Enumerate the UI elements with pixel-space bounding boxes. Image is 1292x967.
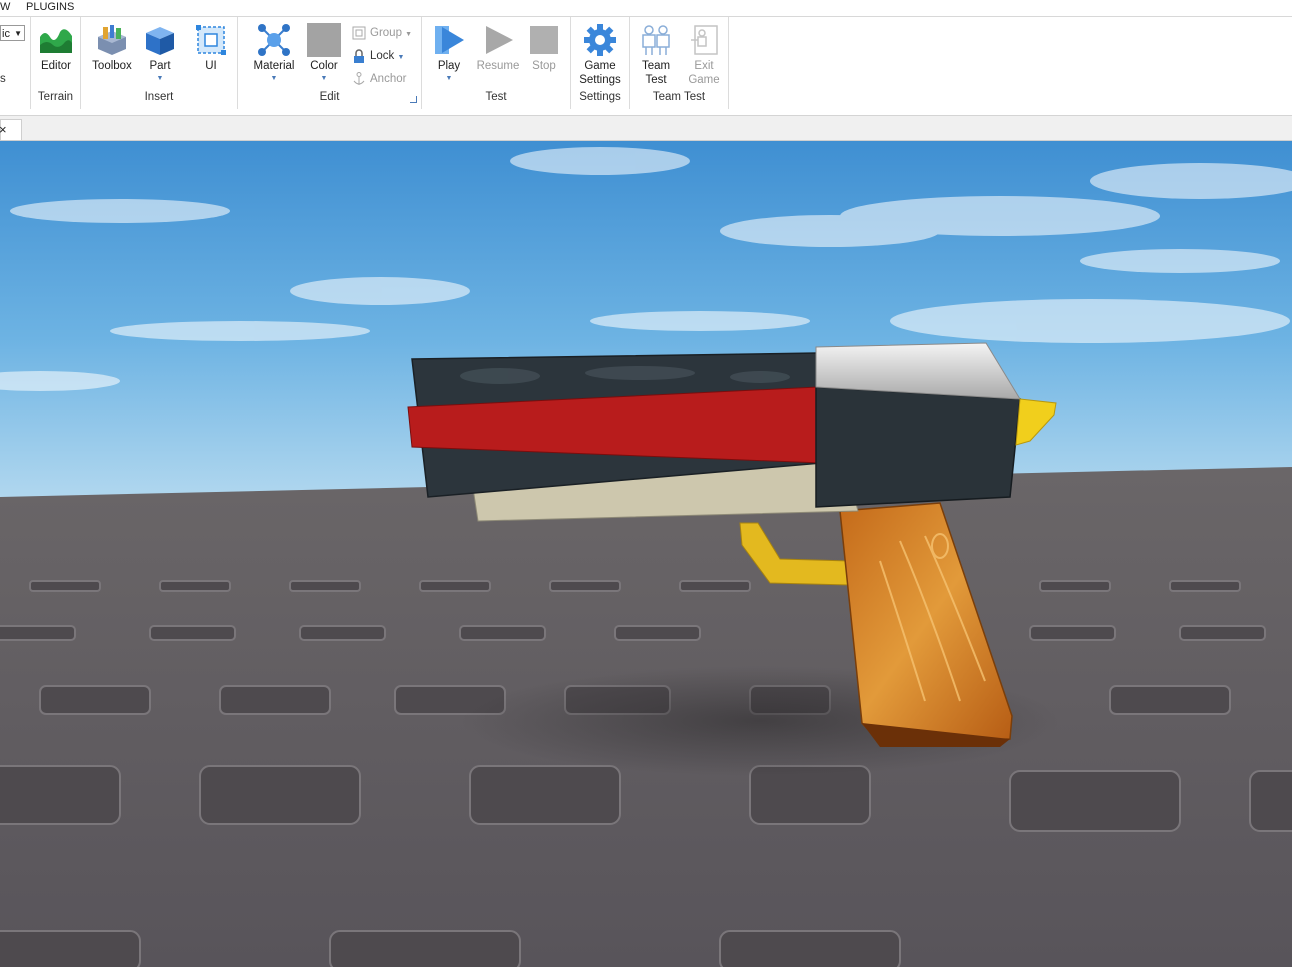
group-label: Group	[370, 27, 402, 40]
3d-viewport[interactable]	[0, 141, 1292, 967]
resume-button[interactable]: Resume	[476, 23, 520, 73]
play-icon	[432, 23, 466, 57]
game-settings-label-line2: Settings	[579, 74, 621, 86]
exit-game-button[interactable]: Exit Game	[684, 23, 724, 87]
anchor-button[interactable]: Anchor	[352, 72, 406, 86]
lock-label: Lock	[370, 50, 395, 63]
ui-button[interactable]: UI	[193, 23, 229, 73]
ui-frame-icon	[194, 23, 228, 57]
toolbox-icon	[95, 23, 129, 57]
group-label-edit: Edit	[319, 91, 340, 103]
exit-game-label-line1: Exit	[694, 60, 714, 72]
group-label-settings: Settings	[579, 91, 621, 103]
mode-dropdown[interactable]: ic ▼	[0, 25, 25, 41]
edit-dialog-launcher-icon[interactable]	[410, 96, 417, 103]
toolbox-button[interactable]: Toolbox	[89, 23, 135, 73]
menu-item-plugins[interactable]: PLUGINS	[26, 1, 74, 13]
chevron-down-icon: ▼	[14, 29, 22, 38]
resume-label: Resume	[476, 60, 520, 72]
gear-icon	[583, 23, 617, 57]
part-caret-icon: ▼	[156, 75, 164, 82]
toolbox-label: Toolbox	[92, 60, 132, 72]
part-cube-icon	[143, 23, 177, 57]
color-button[interactable]: Color ▼	[304, 23, 344, 83]
color-caret-icon: ▼	[320, 75, 328, 82]
ribbon-group-settings: Game Settings Settings	[571, 17, 630, 109]
anchor-icon	[352, 72, 366, 86]
resume-icon	[481, 23, 515, 57]
ribbon-group-team-test: Team Test Exit Game Team Test	[630, 17, 729, 109]
team-test-label-line1: Team	[641, 60, 671, 72]
stop-button[interactable]: Stop	[526, 23, 562, 73]
group-label-insert: Insert	[144, 91, 174, 103]
stop-label: Stop	[532, 60, 556, 72]
material-button[interactable]: Material ▼	[250, 23, 298, 83]
menu-item-view[interactable]: W	[0, 1, 10, 13]
group-icon	[352, 26, 366, 40]
terrain-editor-button[interactable]: Editor	[37, 23, 75, 73]
ribbon-group-test: Play ▼ Resume Stop Test	[422, 17, 571, 109]
ribbon-group-insert: Toolbox Part ▼ UI Insert	[81, 17, 238, 109]
exit-game-icon	[687, 23, 721, 57]
material-icon	[257, 23, 291, 57]
color-swatch-icon	[307, 23, 341, 57]
group-button[interactable]: Group ▼	[352, 26, 412, 40]
part-label: Part	[149, 60, 171, 72]
document-tab[interactable]: ×	[0, 119, 22, 140]
game-settings-label-line1: Game	[584, 60, 616, 72]
scene-render	[0, 141, 1292, 967]
ui-label: UI	[205, 60, 217, 72]
anchor-label: Anchor	[370, 73, 407, 86]
close-icon[interactable]: ×	[0, 122, 7, 137]
front-block	[815, 386, 1021, 508]
game-settings-button[interactable]: Game Settings	[577, 23, 623, 87]
editor-label: Editor	[40, 60, 72, 72]
terrain-icon	[39, 23, 73, 57]
ribbon-group-terrain: Editor Terrain	[31, 17, 81, 109]
color-label: Color	[310, 60, 338, 72]
ribbon-group-edit: Material ▼ Color ▼ Group ▼ Lock ▼ Anchor…	[238, 17, 422, 109]
ribbon-toolbar: ic ▼ s Editor Terrain Toolbox Part ▼ UI …	[0, 17, 1292, 116]
play-button[interactable]: Play ▼	[430, 23, 468, 83]
menu-bar: W PLUGINS	[0, 0, 1292, 17]
team-test-label-line2: Test	[645, 74, 667, 86]
team-test-button[interactable]: Team Test	[636, 23, 676, 87]
stop-icon	[530, 26, 558, 54]
document-tab-strip: ×	[0, 116, 1292, 141]
exit-game-label-line2: Game	[688, 74, 720, 86]
play-caret-icon: ▼	[445, 75, 453, 82]
lock-icon	[352, 49, 366, 63]
part-button[interactable]: Part ▼	[141, 23, 179, 83]
ribbon-group-tools: ic ▼ s	[0, 17, 31, 109]
group-label-terrain: Terrain	[37, 91, 74, 103]
team-test-icon	[639, 23, 673, 57]
lock-button[interactable]: Lock ▼	[352, 49, 404, 63]
mode-dropdown-value: ic	[2, 28, 10, 40]
side-label: s	[0, 73, 6, 85]
group-label-test: Test	[485, 91, 507, 103]
material-caret-icon: ▼	[270, 75, 278, 82]
group-label-team-test: Team Test	[652, 91, 706, 103]
play-label: Play	[437, 60, 461, 72]
material-label: Material	[253, 60, 295, 72]
